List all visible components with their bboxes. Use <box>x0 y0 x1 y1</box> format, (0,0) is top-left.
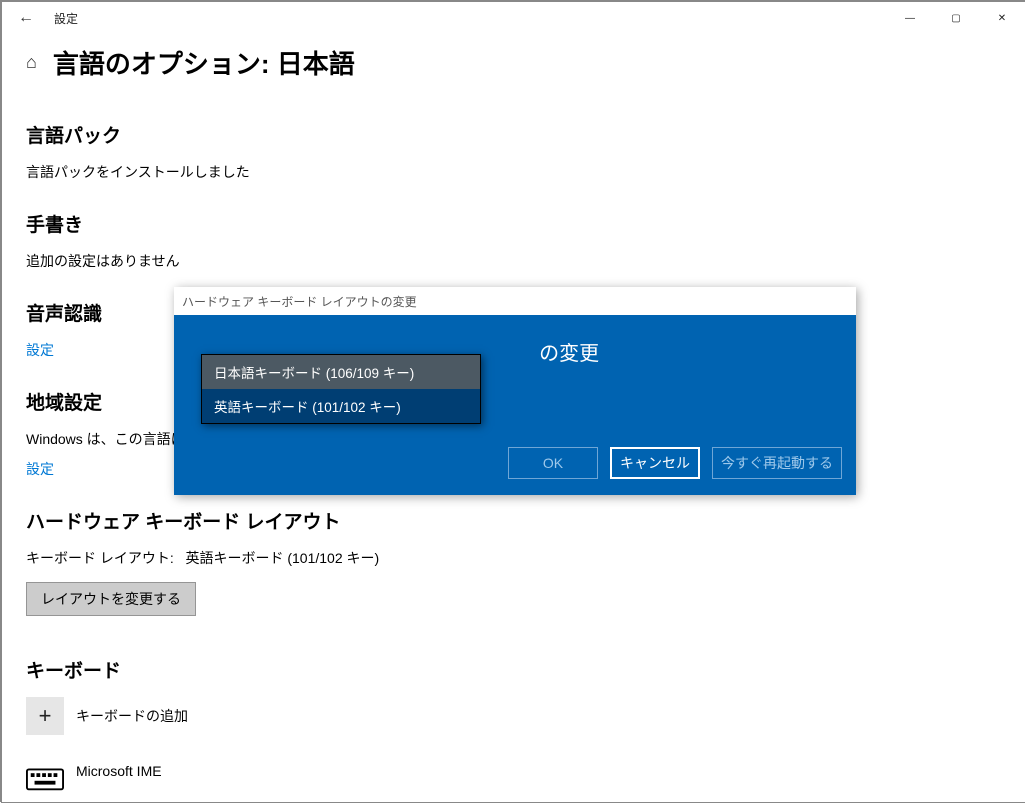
window-caption: 設定 <box>42 10 78 27</box>
section-hw-keyboard-head: ハードウェア キーボード レイアウト <box>26 507 1025 534</box>
maximize-button[interactable]: ▢ <box>933 2 979 34</box>
keyboard-layout-value: 英語キーボード (101/102 キー) <box>185 550 379 566</box>
dialog-ok-button[interactable]: OK <box>508 447 598 479</box>
close-button[interactable]: ✕ <box>979 2 1025 34</box>
section-language-pack-head: 言語パック <box>26 121 1025 148</box>
keyboard-layout-dropdown[interactable]: 日本語キーボード (106/109 キー) 英語キーボード (101/102 キ… <box>201 354 481 424</box>
plus-icon: + <box>26 697 64 735</box>
add-keyboard-row[interactable]: + キーボードの追加 <box>26 697 1025 735</box>
dropdown-option-en[interactable]: 英語キーボード (101/102 キー) <box>202 389 480 423</box>
ime-row[interactable]: Microsoft IME <box>26 763 1025 791</box>
section-handwriting-head: 手書き <box>26 210 1025 237</box>
dialog-restart-button[interactable]: 今すぐ再起動する <box>712 447 842 479</box>
keyboard-icon <box>26 763 64 791</box>
back-button[interactable]: ← <box>10 9 42 27</box>
ime-label: Microsoft IME <box>76 763 162 779</box>
change-layout-button[interactable]: レイアウトを変更する <box>26 582 196 616</box>
section-keyboards-head: キーボード <box>26 656 1025 683</box>
dropdown-option-jp[interactable]: 日本語キーボード (106/109 キー) <box>202 355 480 389</box>
minimize-button[interactable]: — <box>887 2 933 34</box>
add-keyboard-label: キーボードの追加 <box>76 706 188 726</box>
page-title: 言語のオプション: 日本語 <box>53 44 355 81</box>
dialog-cancel-button[interactable]: キャンセル <box>610 447 700 479</box>
home-icon[interactable]: ⌂ <box>26 52 37 73</box>
language-pack-status: 言語パックをインストールしました <box>26 162 1025 182</box>
keyboard-layout-label: キーボード レイアウト: <box>26 550 174 566</box>
window-titlebar: ← 設定 — ▢ ✕ <box>2 2 1025 34</box>
handwriting-status: 追加の設定はありません <box>26 251 1025 271</box>
dialog-titlebar: ハードウェア キーボード レイアウトの変更 <box>174 287 856 315</box>
